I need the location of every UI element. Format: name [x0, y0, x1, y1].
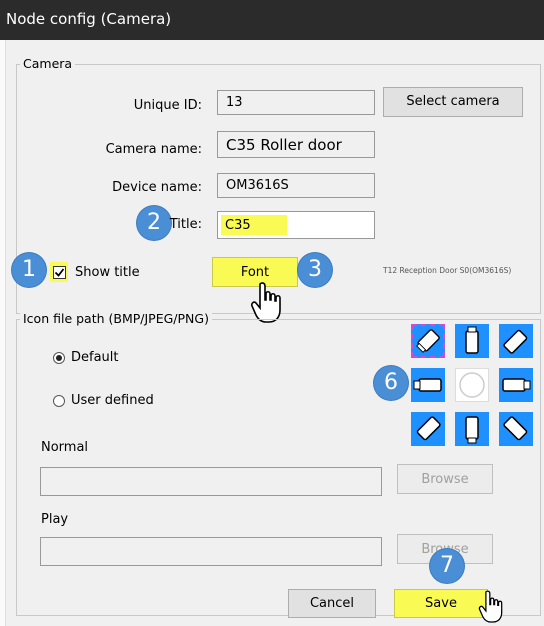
- window-left-edge: [0, 40, 6, 626]
- default-radio[interactable]: [53, 352, 65, 364]
- icon-grid: [410, 323, 534, 447]
- normal-label: Normal: [41, 440, 89, 455]
- icon-path-group-legend: Icon file path (BMP/JPEG/PNG): [20, 311, 212, 326]
- cancel-button[interactable]: Cancel: [288, 589, 376, 618]
- camera-name-field: C35 Roller door: [217, 131, 375, 158]
- annotation-badge-3: 3: [298, 253, 332, 287]
- device-name-label: Device name:: [112, 180, 202, 195]
- window-title: Node config (Camera): [6, 10, 172, 28]
- camera-center-icon[interactable]: [455, 368, 489, 402]
- hand-cursor-icon: [478, 590, 503, 623]
- normal-path-input[interactable]: [40, 467, 382, 496]
- play-path-input[interactable]: [40, 537, 382, 566]
- play-label: Play: [41, 512, 69, 527]
- save-button[interactable]: Save: [394, 589, 488, 618]
- show-title-checkbox[interactable]: [53, 266, 66, 279]
- unique-id-field: 13: [217, 90, 375, 115]
- checkmark-icon: [54, 268, 65, 277]
- hand-cursor-icon: [251, 282, 281, 323]
- camera-left-icon[interactable]: [411, 368, 445, 402]
- annotation-badge-7: 7: [430, 549, 464, 583]
- annotation-badge-1: 1: [12, 253, 46, 287]
- title-input[interactable]: C35: [217, 211, 375, 239]
- title-preview-text: T12 Reception Door S0(OM3616S): [383, 266, 512, 275]
- default-radio-label: Default: [71, 350, 119, 365]
- normal-browse-button[interactable]: Browse: [397, 464, 493, 494]
- window-titlebar: Node config (Camera): [0, 0, 544, 40]
- camera-up-icon[interactable]: [455, 324, 489, 358]
- unique-id-label: Unique ID:: [133, 98, 202, 113]
- title-input-value: C35: [225, 218, 251, 233]
- user-defined-radio-label: User defined: [71, 393, 154, 408]
- select-camera-button[interactable]: Select camera: [383, 87, 523, 117]
- camera-group-legend: Camera: [20, 56, 76, 71]
- camera-name-label: Camera name:: [105, 142, 202, 157]
- annotation-badge-6: 6: [374, 366, 408, 400]
- camera-diag-up-left-icon[interactable]: [411, 324, 445, 358]
- camera-down-icon[interactable]: [455, 412, 489, 446]
- title-label: Title:: [169, 217, 202, 232]
- show-title-label: Show title: [75, 265, 140, 280]
- camera-diag-up-right-icon[interactable]: [499, 324, 533, 358]
- camera-diag-down-right-icon[interactable]: [499, 412, 533, 446]
- user-defined-radio[interactable]: [53, 395, 65, 407]
- camera-diag-down-left-icon[interactable]: [411, 412, 445, 446]
- camera-right-icon[interactable]: [499, 368, 533, 402]
- device-name-field: OM3616S: [217, 173, 375, 198]
